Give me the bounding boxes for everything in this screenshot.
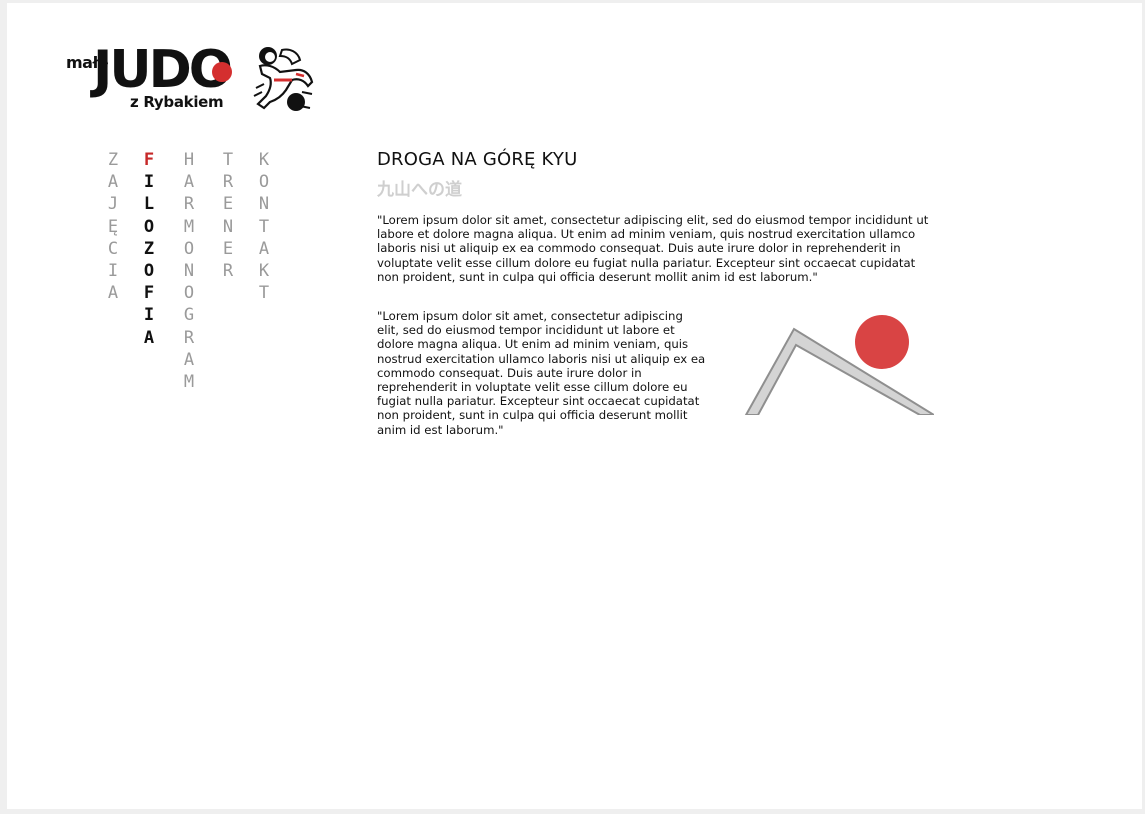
judo-fighters-icon	[253, 47, 314, 111]
mountain-sun-illustration	[744, 315, 934, 415]
nav-item-2[interactable]: HARMONOGRAM	[179, 149, 199, 393]
page-title: DROGA NA GÓRĘ KYU	[377, 149, 578, 170]
nav-item-3[interactable]: TRENER	[218, 149, 238, 282]
site-logo[interactable]: małe JUDO z Rybakiem	[66, 42, 316, 114]
nav-item-4[interactable]: KONTAKT	[254, 149, 274, 304]
article-paragraph-2: "Lorem ipsum dolor sit amet, consectetur…	[377, 309, 706, 437]
sun-icon	[855, 315, 909, 369]
nav-item-0[interactable]: ZAJĘCIA	[103, 149, 123, 304]
article-paragraph-1: "Lorem ipsum dolor sit amet, consectetur…	[377, 213, 929, 284]
page-subtitle-japanese: 九山への道	[377, 180, 462, 200]
logo-main-text: JUDO	[93, 40, 233, 100]
page: małe JUDO z Rybakiem ZAJĘCIA FILOZOFIA HAR…	[7, 3, 1142, 809]
nav-item-1[interactable]: FILOZOFIA	[139, 149, 159, 349]
logo-sub-text: z Rybakiem	[130, 93, 224, 111]
logo-red-dot-icon	[212, 62, 232, 82]
